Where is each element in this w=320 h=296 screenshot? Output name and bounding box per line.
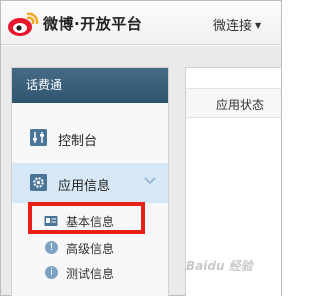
sidebar-subitem-advanced-info[interactable]: ! 高级信息 — [12, 237, 168, 259]
app-status-label: 应用状态 — [216, 98, 265, 112]
chevron-down-icon — [144, 177, 156, 185]
watermark: Baidu 经验 — [186, 259, 253, 273]
sidebar-item-console[interactable]: 控制台 — [12, 118, 168, 158]
sidebar-item-label: 控制台 — [58, 134, 98, 149]
sidebar: 话费通 控制台 应用信息 基本信息 ! 高级信息 i 测试信息 — [11, 67, 169, 296]
top-bar: 微博·开放平台 微连接 ▼ — [1, 1, 281, 45]
sidebar-subitem-label: 测试信息 — [66, 267, 115, 281]
gear-icon — [30, 174, 47, 191]
link-menu-label: 微连接 — [213, 19, 253, 34]
weibo-logo-icon[interactable] — [5, 8, 41, 38]
sidebar-item-label: 应用信息 — [58, 179, 111, 194]
info-icon: ! — [45, 241, 58, 254]
sidebar-subitem-test-info[interactable]: i 测试信息 — [12, 262, 168, 284]
sidebar-subitem-label: 高级信息 — [66, 242, 115, 256]
caret-down-icon: ▼ — [255, 21, 262, 30]
brand-title[interactable]: 微博·开放平台 — [43, 13, 142, 34]
app-status-row: 应用状态 — [186, 88, 281, 118]
info-icon: i — [45, 266, 58, 279]
link-menu-dropdown[interactable]: 微连接 ▼ — [213, 15, 261, 34]
sidebar-app-title: 话费通 — [12, 68, 168, 103]
sliders-icon — [30, 129, 47, 146]
highlight-box — [28, 202, 145, 234]
sidebar-item-app-info[interactable]: 应用信息 — [12, 163, 168, 203]
